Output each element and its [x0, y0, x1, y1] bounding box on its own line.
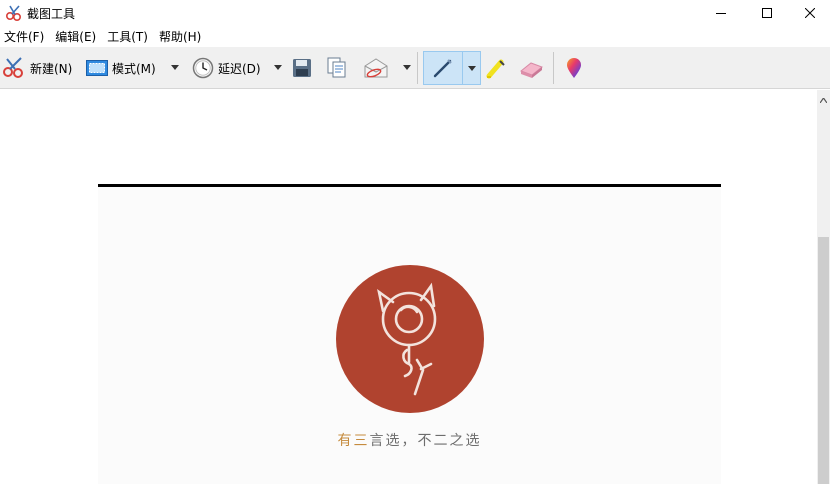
menu-tools[interactable]: 工具(T)	[102, 27, 154, 47]
close-button[interactable]	[790, 0, 830, 26]
chevron-down-icon[interactable]	[468, 66, 476, 71]
delay-button[interactable]: 延迟(D)	[192, 55, 261, 81]
eraser-button[interactable]	[518, 55, 544, 81]
pen-split-divider	[462, 52, 463, 84]
copy-button[interactable]	[327, 55, 347, 81]
menu-edit[interactable]: 编辑(E)	[50, 27, 102, 47]
chevron-down-icon	[171, 64, 179, 70]
rectangle-snip-icon	[86, 60, 108, 76]
mode-label: 模式(M)	[112, 61, 156, 76]
menu-file[interactable]: 文件(F)	[0, 27, 50, 47]
minimize-icon	[716, 13, 726, 14]
scissors-icon	[3, 57, 23, 78]
chevron-down-icon	[274, 64, 282, 70]
menu-help[interactable]: 帮助(H)	[154, 27, 207, 47]
toolbar: 新建(N) 模式(M) 延迟(D)	[0, 47, 830, 89]
close-icon	[805, 8, 815, 18]
mode-dropdown-arrow[interactable]	[170, 61, 180, 73]
send-button[interactable]	[363, 55, 389, 81]
clock-icon	[192, 57, 214, 79]
chevron-up-icon	[820, 97, 827, 103]
toolbar-separator	[417, 52, 418, 84]
envelope-icon	[364, 58, 388, 78]
maximize-icon	[762, 8, 772, 18]
edit-with-paint3d-button[interactable]	[565, 55, 583, 81]
tagline-text: 言选，不二之选	[369, 433, 482, 449]
save-button[interactable]	[292, 55, 312, 81]
menu-bar: 文件(F) 编辑(E) 工具(T) 帮助(H)	[0, 27, 830, 47]
highlighter-button[interactable]	[485, 55, 507, 81]
highlighter-icon	[486, 59, 505, 79]
delay-dropdown-arrow[interactable]	[273, 61, 283, 73]
window-title: 截图工具	[27, 7, 76, 21]
floppy-disk-icon	[293, 59, 311, 77]
delay-label: 延迟(D)	[218, 61, 261, 76]
captured-image: 有三言选，不二之选	[98, 187, 721, 484]
scroll-up-button[interactable]	[817, 92, 830, 108]
brand-logo	[336, 265, 484, 413]
pen-icon	[433, 59, 452, 78]
scroll-thumb[interactable]	[818, 237, 829, 484]
tagline: 有三言选，不二之选	[98, 430, 721, 450]
eraser-icon	[519, 62, 544, 78]
chevron-down-icon	[403, 64, 411, 70]
vertical-scrollbar[interactable]	[817, 90, 830, 484]
pen-button[interactable]	[423, 51, 481, 85]
tagline-accent: 有三	[337, 433, 370, 449]
copy-icon	[327, 57, 346, 78]
new-label: 新建(N)	[30, 61, 73, 76]
mode-button[interactable]: 模式(M)	[86, 55, 156, 81]
snip-canvas[interactable]: 有三言选，不二之选	[0, 90, 817, 484]
maximize-button[interactable]	[744, 0, 790, 26]
new-button[interactable]: 新建(N)	[2, 55, 72, 81]
toolbar-separator	[553, 52, 554, 84]
scissors-app-icon	[5, 5, 22, 22]
paint3d-icon	[567, 58, 581, 78]
title-bar: 截图工具	[0, 0, 830, 26]
minimize-button[interactable]	[698, 0, 744, 26]
send-dropdown-arrow[interactable]	[402, 61, 412, 73]
